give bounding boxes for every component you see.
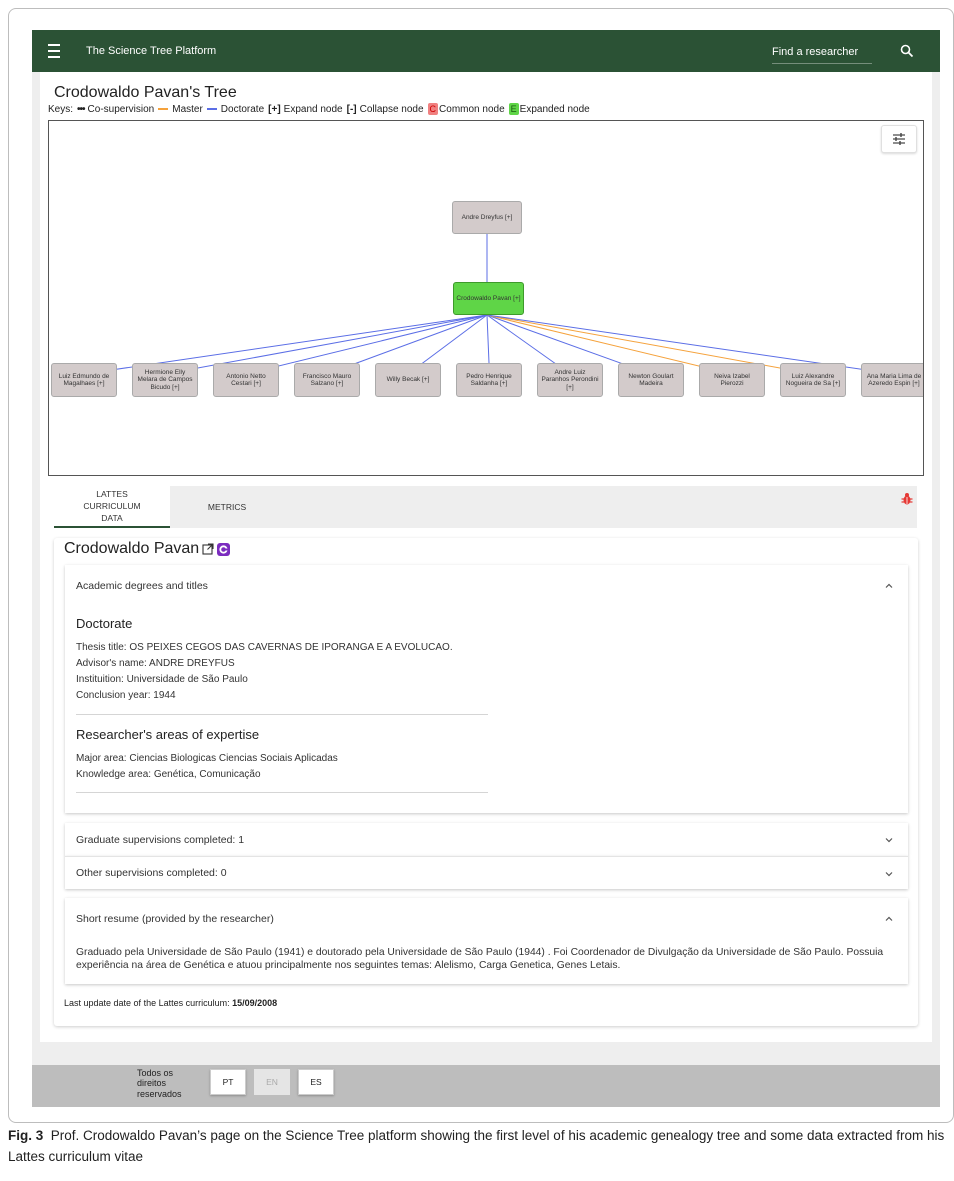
chevron-down-icon[interactable] bbox=[884, 835, 894, 845]
external-link-icon[interactable] bbox=[202, 543, 214, 555]
degrees-panel-header[interactable]: Academic degrees and titles bbox=[65, 565, 908, 607]
tab-metrics[interactable]: METRICS bbox=[172, 486, 282, 528]
divider bbox=[76, 792, 488, 793]
tree-canvas[interactable]: Andre Dreyfus [+] Crodowaldo Pavan [+] L… bbox=[48, 120, 924, 476]
lang-pt-button[interactable]: PT bbox=[210, 1069, 246, 1095]
bug-icon[interactable] bbox=[901, 492, 913, 506]
tree-node-child[interactable]: Willy Becak [+] bbox=[375, 363, 441, 397]
tree-node-child[interactable]: Neiva Izabel Pierozzi bbox=[699, 363, 765, 397]
institution: Instituition: Universidade de São Paulo bbox=[76, 674, 248, 685]
tree-title: Crodowaldo Pavan's Tree bbox=[54, 84, 237, 101]
search-input[interactable] bbox=[772, 40, 872, 58]
lang-es-button[interactable]: ES bbox=[298, 1069, 334, 1095]
profile-name-row: Crodowaldo Pavan bbox=[64, 540, 231, 558]
last-update-date: 15/09/2008 bbox=[232, 998, 278, 1008]
chevron-up-icon[interactable] bbox=[884, 914, 894, 924]
legend-master: Master bbox=[158, 104, 203, 115]
legend-expanded: E Expanded node bbox=[508, 103, 590, 115]
legend-cosupervision: ••• Co-supervision bbox=[77, 103, 155, 115]
conclusion-year: Conclusion year: 1944 bbox=[76, 690, 176, 701]
footer: Todos os direitos reservados PT EN ES bbox=[32, 1065, 940, 1107]
tree-node-child[interactable]: Newton Goulart Madeira bbox=[618, 363, 684, 397]
legend-expand: [+] Expand node bbox=[268, 103, 343, 115]
tree-node-child[interactable]: Francisco Mauro Salzano [+] bbox=[294, 363, 360, 397]
tab-bar: LATTES CURRICULUM DATA METRICS bbox=[54, 486, 917, 528]
search-field[interactable] bbox=[772, 40, 872, 64]
last-update: Last update date of the Lattes curriculu… bbox=[64, 998, 278, 1008]
caption-label: Fig. 3 bbox=[8, 1128, 44, 1143]
tree-node-child[interactable]: Ana Maria Lima de Azeredo Espin [+] bbox=[861, 363, 923, 397]
divider bbox=[76, 714, 488, 715]
app-bar: The Science Tree Platform bbox=[32, 30, 940, 72]
chevron-down-icon[interactable] bbox=[884, 869, 894, 879]
major-area: Major area: Ciencias Biologicas Ciencias… bbox=[76, 753, 338, 764]
legend-prefix: Keys: bbox=[48, 103, 74, 115]
chevron-up-icon[interactable] bbox=[884, 581, 894, 591]
profile-name: Crodowaldo Pavan bbox=[64, 540, 200, 557]
lattes-logo-icon[interactable] bbox=[217, 542, 231, 556]
tree-legend: Keys: ••• Co-supervision Master Doctorate… bbox=[48, 103, 594, 115]
tab-lattes-curriculum[interactable]: LATTES CURRICULUM DATA bbox=[54, 486, 170, 528]
tree-node-child[interactable]: Hermione Elly Melara de Campos Bicudo [+… bbox=[132, 363, 198, 397]
tree-node-child[interactable]: Luiz Alexandre Nogueira de Sa [+] bbox=[780, 363, 846, 397]
tree-node-child[interactable]: Andre Luiz Paranhos Perondini [+] bbox=[537, 363, 603, 397]
other-supervisions-panel[interactable]: Other supervisions completed: 0 bbox=[65, 856, 908, 889]
thesis-title: Thesis title: OS PEIXES CEGOS DAS CAVERN… bbox=[76, 642, 453, 653]
tree-settings-button[interactable] bbox=[881, 125, 917, 153]
resume-panel-header[interactable]: Short resume (provided by the researcher… bbox=[65, 898, 908, 940]
doctorate-heading: Doctorate bbox=[76, 616, 133, 631]
other-supervisions-label: Other supervisions completed: 0 bbox=[76, 867, 227, 879]
tree-node-child[interactable]: Luiz Edmundo de Magalhaes [+] bbox=[51, 363, 117, 397]
footer-rights: Todos os direitos reservados bbox=[137, 1068, 182, 1099]
caption-text: Prof. Crodowaldo Pavan’s page on the Sci… bbox=[8, 1128, 945, 1164]
tree-edge-master bbox=[486, 314, 733, 375]
lang-en-button: EN bbox=[254, 1069, 290, 1095]
advisor-name: Advisor's name: ANDRE DREYFUS bbox=[76, 658, 235, 669]
legend-doctorate: Doctorate bbox=[206, 104, 264, 115]
tree-node-advisor[interactable]: Andre Dreyfus [+] bbox=[452, 201, 522, 234]
knowledge-area: Knowledge area: Genética, Comunicação bbox=[76, 769, 261, 780]
areas-heading: Researcher's areas of expertise bbox=[76, 727, 260, 742]
tune-icon bbox=[893, 133, 905, 145]
graduate-supervisions-panel[interactable]: Graduate supervisions completed: 1 bbox=[65, 823, 908, 856]
legend-collapse: [-] Collapse node bbox=[346, 103, 424, 115]
graduate-supervisions-label: Graduate supervisions completed: 1 bbox=[76, 833, 245, 846]
app-title: The Science Tree Platform bbox=[86, 45, 217, 57]
resume-text: Graduado pela Universidade de São Paulo … bbox=[76, 947, 884, 972]
search-icon[interactable] bbox=[900, 44, 914, 58]
figure-caption: Fig. 3 Prof. Crodowaldo Pavan’s page on … bbox=[8, 1126, 948, 1168]
tree-node-child[interactable]: Pedro Henrique Saldanha [+] bbox=[456, 363, 522, 397]
tree-edge-doctorate bbox=[486, 314, 490, 364]
hamburger-menu-icon[interactable] bbox=[32, 30, 76, 72]
legend-common: C Common node bbox=[427, 103, 505, 115]
tree-node-root[interactable]: Crodowaldo Pavan [+] bbox=[453, 282, 524, 315]
tree-node-child[interactable]: Antonio Netto Cestari [+] bbox=[213, 363, 279, 397]
